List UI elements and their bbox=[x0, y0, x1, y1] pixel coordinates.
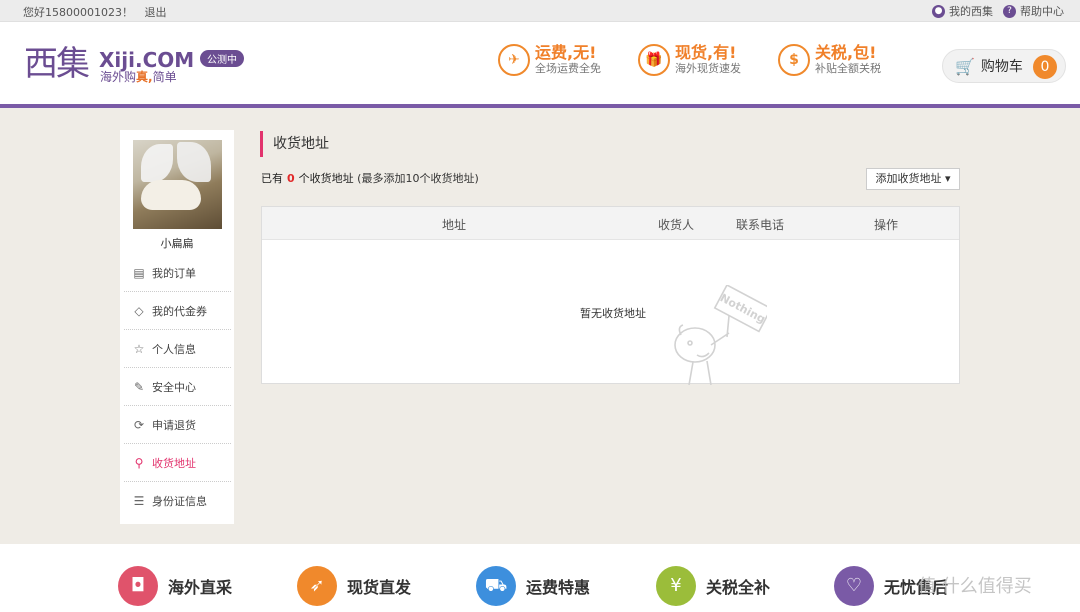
top-links: ● 我的西集 ? 帮助中心 bbox=[922, 3, 1064, 19]
refresh-icon: ⟳ bbox=[133, 417, 145, 432]
my-xiji-label: 我的西集 bbox=[949, 5, 993, 18]
summary-prefix: 已有 bbox=[261, 172, 283, 185]
sidebar-item-security[interactable]: ✎ 安全中心 bbox=[124, 368, 231, 406]
promo-free-shipping: ✈ 运费,无! 全场运费全免 bbox=[498, 44, 601, 76]
watermark: 值 什么值得买 bbox=[918, 576, 1032, 597]
column-header-address: 地址 bbox=[442, 218, 467, 232]
summary-suffix: 个收货地址 bbox=[298, 172, 354, 185]
summary-note: (最多添加10个收货地址) bbox=[357, 172, 479, 185]
logo-slogan: 海外购真,简单 bbox=[100, 68, 177, 85]
promo-subtitle: 全场运费全免 bbox=[535, 62, 601, 75]
beta-badge: 公测中 bbox=[200, 50, 244, 67]
top-bar: 您好15800001023！ 退出 ● 我的西集 ? 帮助中心 bbox=[0, 0, 1080, 22]
heart-shield-icon: ♡ bbox=[834, 566, 874, 606]
logout-link[interactable]: 退出 bbox=[144, 6, 166, 19]
sidebar-item-label: 个人信息 bbox=[152, 342, 196, 356]
bag-icon: ◘ bbox=[118, 566, 158, 606]
feature-label: 关税全补 bbox=[706, 578, 771, 597]
avatar[interactable] bbox=[133, 140, 222, 229]
sidebar-item-returns[interactable]: ⟳ 申请退货 bbox=[124, 406, 231, 444]
my-xiji-link[interactable]: ● 我的西集 bbox=[932, 3, 993, 19]
location-pin-icon: ⚲ bbox=[134, 455, 144, 470]
nothing-sign: Nothing bbox=[713, 285, 767, 333]
cart-icon: 🛒 bbox=[955, 56, 975, 76]
help-label: 帮助中心 bbox=[1020, 5, 1064, 18]
slogan-suffix: 简单 bbox=[152, 70, 177, 84]
username: 小扁扁 bbox=[160, 237, 194, 250]
sidebar-item-label: 我的订单 bbox=[152, 266, 196, 280]
table-header: 地址 收货人 联系电话 操作 bbox=[262, 207, 959, 240]
rocket-icon: ➶ bbox=[297, 566, 337, 606]
site-header: 西集 Xiji.COM 海外购真,简单 公测中 ✈ 运费,无! 全场运费全免 🎁… bbox=[0, 22, 1080, 108]
question-icon: ? bbox=[1003, 4, 1016, 18]
edit-icon: ✎ bbox=[133, 379, 145, 394]
address-count: 0 bbox=[287, 172, 295, 185]
cart-count-badge: 0 bbox=[1033, 55, 1057, 79]
cart-button[interactable]: 🛒 购物车 0 bbox=[942, 49, 1066, 83]
order-list-icon: ▤ bbox=[133, 265, 145, 280]
star-icon: ☆ bbox=[133, 341, 145, 356]
dollar-icon: $ bbox=[778, 44, 810, 76]
feature-label: 海外直采 bbox=[168, 578, 233, 597]
nothing-illustration: Nothing bbox=[674, 285, 767, 385]
account-sidebar: 小扁扁 ▤ 我的订单 ◇ 我的代金券 ☆ 个人信息 ✎ 安全中心 ⟳ 申请退货 … bbox=[120, 130, 234, 524]
promo-tax-covered: $ 关税,包! 补贴全额关税 bbox=[778, 44, 881, 76]
promo-in-stock: 🎁 现货,有! 海外现货速发 bbox=[638, 44, 741, 76]
address-summary: 已有 0 个收货地址 (最多添加10个收货地址) bbox=[261, 170, 479, 186]
help-center-link[interactable]: ? 帮助中心 bbox=[1003, 3, 1064, 19]
promo-title: 现货,有! bbox=[675, 43, 737, 62]
coupon-tag-icon: ◇ bbox=[134, 303, 144, 318]
add-address-button[interactable]: 添加收货地址 ▾ bbox=[866, 168, 960, 190]
page-title: 收货地址 bbox=[260, 131, 329, 157]
feature-label: 现货直发 bbox=[347, 578, 412, 597]
sidebar-item-coupons[interactable]: ◇ 我的代金券 bbox=[124, 292, 231, 330]
empty-state-text: 暂无收货地址 bbox=[580, 307, 646, 320]
feature-tax-subsidy: ¥ 关税全补 bbox=[656, 566, 770, 606]
feature-stock-shipping: ➶ 现货直发 bbox=[297, 566, 411, 606]
user-greeting-area: 您好15800001023！ 退出 bbox=[23, 4, 174, 20]
sidebar-item-addresses[interactable]: ⚲ 收货地址 bbox=[124, 444, 231, 482]
logo-chinese: 西集 bbox=[24, 44, 90, 84]
sidebar-menu: ▤ 我的订单 ◇ 我的代金券 ☆ 个人信息 ✎ 安全中心 ⟳ 申请退货 ⚲ 收货… bbox=[124, 254, 231, 520]
feature-direct-purchase: ◘ 海外直采 bbox=[118, 566, 232, 606]
sidebar-item-label: 收货地址 bbox=[152, 456, 196, 470]
piggy-bank-icon: ¥ bbox=[656, 566, 696, 606]
column-header-recipient: 收货人 bbox=[658, 218, 695, 232]
column-header-actions: 操作 bbox=[874, 218, 899, 232]
address-table: 地址 收货人 联系电话 操作 暂无收货地址 Nothing bbox=[261, 206, 960, 385]
promo-title: 关税,包! bbox=[815, 43, 877, 62]
gift-icon: 🎁 bbox=[638, 44, 670, 76]
slogan-prefix: 海外购 bbox=[100, 70, 137, 84]
column-header-phone: 联系电话 bbox=[736, 218, 785, 232]
promo-title: 运费,无! bbox=[535, 43, 597, 62]
feature-label: 运费特惠 bbox=[526, 578, 591, 597]
id-card-icon: ☰ bbox=[133, 494, 145, 508]
sidebar-item-label: 申请退货 bbox=[152, 418, 196, 432]
site-logo[interactable]: 西集 Xiji.COM 海外购真,简单 公测中 bbox=[24, 46, 254, 88]
sidebar-item-label: 我的代金券 bbox=[152, 304, 207, 318]
feature-shipping-deal: ⛟ 运费特惠 bbox=[476, 566, 590, 606]
sidebar-item-label: 安全中心 bbox=[152, 380, 196, 394]
greeting-text: 您好15800001023！ bbox=[23, 6, 133, 19]
user-icon: ● bbox=[932, 4, 945, 18]
promo-subtitle: 海外现货速发 bbox=[675, 62, 741, 75]
sidebar-item-profile[interactable]: ☆ 个人信息 bbox=[124, 330, 231, 368]
sidebar-item-orders[interactable]: ▤ 我的订单 bbox=[124, 254, 231, 292]
sidebar-item-id-card[interactable]: ☰ 身份证信息 bbox=[124, 482, 231, 520]
sidebar-item-label: 身份证信息 bbox=[152, 495, 207, 508]
slogan-highlight: 真, bbox=[136, 70, 153, 84]
cart-label: 购物车 bbox=[980, 59, 1023, 75]
plane-icon: ✈ bbox=[498, 44, 530, 76]
truck-icon: ⛟ bbox=[476, 566, 516, 606]
promo-subtitle: 补贴全额关税 bbox=[815, 62, 881, 75]
